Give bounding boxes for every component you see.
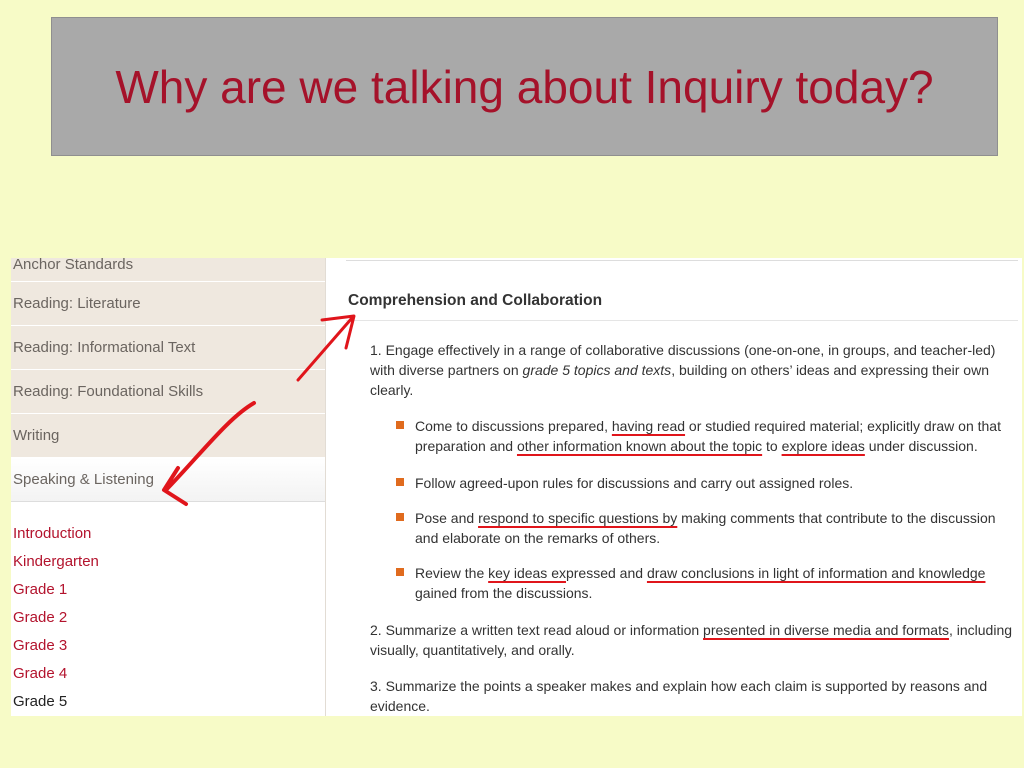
embedded-screenshot: Anchor Standards Reading: Literature Rea… — [11, 258, 1022, 716]
standard-2: 2. Summarize a written text read aloud o… — [370, 620, 1015, 660]
underlined-text: respond to specific questions by — [478, 510, 678, 526]
text: Follow agreed-upon rules for discussions… — [415, 475, 854, 491]
text: to — [762, 438, 782, 454]
text: under discussion. — [864, 438, 978, 454]
divider — [346, 260, 1018, 261]
sidebar-item-writing[interactable]: Writing — [11, 414, 325, 458]
grade-link-grade-1[interactable]: Grade 1 — [13, 580, 99, 608]
text: Review the — [415, 565, 489, 581]
standard-3: 3. Summarize the points a speaker makes … — [370, 676, 1015, 716]
standard-1d: Review the key ideas expressed and draw … — [396, 563, 1016, 603]
underlined-text: draw conclusions in light of information… — [646, 565, 986, 581]
bullet-square-icon — [396, 568, 404, 576]
sidebar-item-anchor-standards[interactable]: Anchor Standards — [11, 258, 325, 282]
standard-1c: Pose and respond to specific questions b… — [396, 508, 1016, 548]
underlined-text: key ideas ex — [488, 565, 566, 581]
underlined-text: other information known about the topic — [516, 438, 763, 454]
grade-link-introduction[interactable]: Introduction — [13, 524, 99, 552]
sidebar-item-reading-literature[interactable]: Reading: Literature — [11, 282, 325, 326]
grade-link-kindergarten[interactable]: Kindergarten — [13, 552, 99, 580]
sidebar-item-reading-informational-text[interactable]: Reading: Informational Text — [11, 326, 325, 370]
bullet-square-icon — [396, 478, 404, 486]
grade-link-grade-5[interactable]: Grade 5 — [13, 692, 99, 716]
text: Come to discussions prepared, — [415, 418, 612, 434]
sidebar-item-reading-foundational-skills[interactable]: Reading: Foundational Skills — [11, 370, 325, 414]
standards-content: Comprehension and Collaboration 1. Engag… — [326, 258, 1022, 716]
bullet-square-icon — [396, 421, 404, 429]
slide-title: Why are we talking about Inquiry today? — [115, 60, 934, 113]
divider — [346, 320, 1018, 321]
sidebar-item-speaking-listening[interactable]: Speaking & Listening — [11, 458, 325, 502]
standards-sidebar: Anchor Standards Reading: Literature Rea… — [11, 258, 326, 716]
text: Pose and — [415, 510, 479, 526]
underlined-text: having read — [611, 418, 686, 434]
grade-link-grade-4[interactable]: Grade 4 — [13, 664, 99, 692]
standard-1: 1. Engage effectively in a range of coll… — [370, 340, 1015, 400]
section-heading: Comprehension and Collaboration — [348, 292, 603, 309]
underlined-text: presented in diverse media and formats — [703, 622, 949, 638]
standard-1b: Follow agreed-upon rules for discussions… — [396, 473, 1016, 493]
text: gained from the discussions. — [415, 585, 593, 601]
bullet-square-icon — [396, 513, 404, 521]
slide-title-box: Why are we talking about Inquiry today? — [51, 17, 998, 156]
grade-list: Introduction Kindergarten Grade 1 Grade … — [13, 524, 99, 716]
standard-1a: Come to discussions prepared, having rea… — [396, 416, 1016, 456]
text: pressed and — [565, 565, 647, 581]
grade-link-grade-2[interactable]: Grade 2 — [13, 608, 99, 636]
text: 3. Summarize the points a speaker makes … — [370, 678, 988, 714]
underlined-text: explore ideas — [781, 438, 865, 454]
grade-link-grade-3[interactable]: Grade 3 — [13, 636, 99, 664]
text: 2. Summarize a written text read aloud o… — [370, 622, 704, 638]
text-emphasis: grade 5 topics and texts — [522, 362, 672, 378]
